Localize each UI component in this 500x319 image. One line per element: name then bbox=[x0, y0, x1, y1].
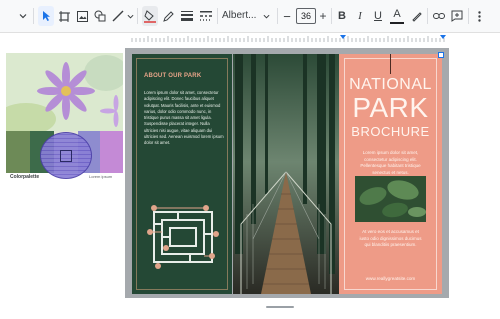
slide-canvas[interactable]: ABOUT OUR PARK Lorem ipsum dolor sit ame… bbox=[125, 48, 449, 298]
palette-caption: Lorem ipsum bbox=[89, 174, 113, 179]
swatch bbox=[100, 131, 123, 173]
text-color-button[interactable]: A bbox=[390, 6, 404, 24]
underline-button[interactable]: U bbox=[372, 6, 384, 26]
font-name-label: Albert... bbox=[222, 10, 257, 21]
highlighter-icon[interactable] bbox=[409, 6, 423, 26]
font-size-input[interactable]: 36 bbox=[296, 8, 316, 24]
image-icon[interactable] bbox=[75, 6, 89, 26]
border-weight-icon[interactable] bbox=[180, 6, 194, 26]
about-title[interactable]: ABOUT OUR PARK bbox=[144, 73, 201, 79]
toolbar: Albert... − 36 + B I U A bbox=[0, 0, 500, 33]
cover-title-line3[interactable]: BROCHURE bbox=[339, 124, 442, 139]
pen-icon[interactable] bbox=[161, 6, 175, 26]
palette-label: Colorpalette bbox=[10, 174, 40, 180]
website-text[interactable]: www.reallygreatsite.com bbox=[339, 276, 442, 281]
leaf-photo bbox=[355, 176, 426, 222]
line-icon[interactable] bbox=[111, 6, 125, 26]
comment-icon[interactable] bbox=[450, 6, 464, 26]
page-indicator bbox=[266, 306, 294, 308]
flower-photo bbox=[6, 53, 123, 131]
selection-box bbox=[60, 150, 72, 162]
maze-graphic[interactable] bbox=[146, 204, 220, 270]
selected-maze-element[interactable] bbox=[40, 132, 92, 179]
cursor-icon[interactable] bbox=[38, 6, 54, 26]
link-icon[interactable] bbox=[432, 6, 446, 26]
horizontal-ruler[interactable] bbox=[128, 35, 448, 43]
resize-handle[interactable] bbox=[438, 52, 444, 58]
shapes-icon[interactable] bbox=[93, 6, 107, 26]
swatch bbox=[6, 131, 30, 173]
chevron-down-icon[interactable] bbox=[262, 6, 270, 26]
cover-body-2[interactable]: At vero eos et accusamus et iusto odio d… bbox=[339, 229, 442, 249]
chevron-down-icon[interactable] bbox=[18, 6, 28, 26]
decrease-font-size-button[interactable]: − bbox=[282, 6, 292, 26]
more-icon[interactable] bbox=[474, 6, 484, 26]
italic-button[interactable]: I bbox=[354, 6, 366, 26]
about-body[interactable]: Lorem ipsum dolor sit amet, consectetur … bbox=[144, 90, 224, 147]
fill-color-icon[interactable] bbox=[142, 6, 158, 26]
cover-body[interactable]: Lorem ipsum dolor sit amet, consectetur … bbox=[339, 150, 442, 176]
brochure-cover-panel[interactable]: NATIONAL PARK BROCHURE Lorem ipsum dolor… bbox=[339, 54, 442, 294]
brochure-left-panel[interactable]: ABOUT OUR PARK Lorem ipsum dolor sit ame… bbox=[132, 54, 232, 294]
bold-button[interactable]: B bbox=[336, 6, 348, 26]
crop-icon[interactable] bbox=[57, 6, 71, 26]
cover-title-line2[interactable]: PARK bbox=[339, 92, 442, 124]
increase-font-size-button[interactable]: + bbox=[318, 6, 328, 26]
border-dash-icon[interactable] bbox=[199, 6, 213, 26]
bridge-photo[interactable] bbox=[233, 54, 339, 294]
chevron-down-icon[interactable] bbox=[126, 6, 134, 26]
